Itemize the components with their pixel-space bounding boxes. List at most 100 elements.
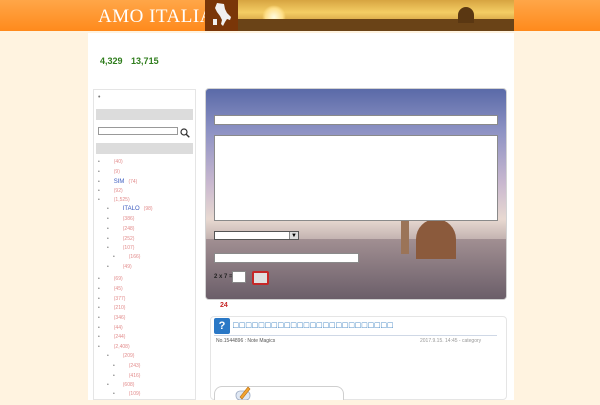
sidebar-category-item[interactable]: • (109) [113, 391, 140, 397]
category-name: ITALO [122, 206, 140, 212]
florence-banner-image [238, 0, 514, 31]
sidebar-category-item[interactable]: • (248) [107, 226, 134, 232]
category-bullet: • [98, 325, 100, 331]
category-bullet: • [107, 236, 109, 242]
category-count: (9) [113, 169, 120, 175]
category-count: (40) [113, 159, 123, 165]
category-bullet: • [98, 305, 100, 311]
category-count: (109) [128, 391, 141, 397]
sidebar-category-item[interactable]: • (45) [98, 286, 123, 292]
search-icon[interactable] [180, 125, 190, 138]
sidebar-category-item[interactable]: • (244) [98, 334, 125, 340]
post-title-link[interactable]: □□□□□□□□□□□□□□□□□□□□□□□□□ [233, 320, 394, 330]
access-counter: 4,329 13,715 [100, 56, 165, 66]
category-bullet: • [98, 276, 100, 282]
site-logo[interactable]: AMO ITALIA [98, 6, 214, 28]
category-bullet: • [113, 373, 115, 379]
category-count: (107) [122, 245, 135, 251]
category-bullet: • [113, 254, 115, 260]
sidebar-category-item[interactable]: • (386) [107, 216, 134, 222]
chevron-down-icon: ▼ [289, 232, 298, 239]
submit-button[interactable] [252, 271, 269, 285]
category-bullet: • [98, 334, 100, 340]
category-bullet: • [98, 188, 100, 194]
sidebar-category-item[interactable]: • (377) [98, 296, 125, 302]
category-bullet: • [98, 286, 100, 292]
category-count: (416) [128, 373, 141, 379]
category-count: (608) [122, 382, 135, 388]
category-count: (209) [122, 353, 135, 359]
category-bullet: • [98, 179, 100, 185]
post-meta-date: 2017.9.15. 14:45 - category [420, 338, 482, 344]
category-count: (346) [113, 315, 126, 321]
sidebar-category-item[interactable]: • SIM (74) [98, 179, 137, 185]
sidebar-category-item[interactable]: • (608) [107, 382, 134, 388]
category-count: (244) [113, 334, 126, 340]
category-bullet: • [98, 296, 100, 302]
category-count: (69) [113, 276, 123, 282]
category-bullet: • [107, 382, 109, 388]
counter-today: 4,329 [100, 56, 123, 66]
category-bullet: • [98, 344, 100, 350]
category-bullet: • [98, 197, 100, 203]
category-count: (92) [113, 188, 123, 194]
category-bullet: • [98, 169, 100, 175]
sidebar-category-item[interactable]: • (210) [98, 305, 125, 311]
sidebar-category-item[interactable]: • (209) [107, 353, 134, 359]
category-count: (1,525) [113, 197, 130, 203]
category-bullet: • [107, 216, 109, 222]
category-count: (252) [122, 236, 135, 242]
category-bullet: • [107, 206, 109, 212]
pencil-icon [234, 385, 252, 401]
sidebar-category-item[interactable]: • (92) [98, 188, 123, 194]
sidebar-category-item[interactable]: • (252) [107, 236, 134, 242]
category-bullet: • [98, 315, 100, 321]
captcha-question: 2 x 7 = [214, 274, 233, 280]
sidebar-category-item[interactable]: • (1,525) [98, 197, 130, 203]
category-count: (377) [113, 296, 126, 302]
name-input[interactable] [214, 115, 498, 125]
sidebar-category-item[interactable]: • (49) [107, 264, 132, 270]
sidebar-category-item[interactable]: • ITALO (98) [107, 206, 153, 212]
category-count: (248) [122, 226, 135, 232]
category-bullet: • [107, 226, 109, 232]
sidebar-category-heading [96, 143, 193, 154]
category-bullet: • [113, 363, 115, 369]
category-count: (98) [143, 206, 153, 212]
category-bullet: • [98, 159, 100, 165]
post-meta-author: No.1544896 : Note Magics [216, 338, 276, 344]
sidebar-search-heading [96, 109, 193, 120]
sidebar-category-item[interactable]: • (69) [98, 276, 123, 282]
comment-count: 24 [220, 302, 228, 309]
category-select[interactable]: ▼ [214, 231, 299, 240]
sidebar-category-item[interactable]: • (416) [113, 373, 140, 379]
sidebar-category-item[interactable]: • (166) [113, 254, 140, 260]
message-textarea[interactable] [214, 135, 498, 221]
sidebar-category-item[interactable]: • (9) [98, 169, 120, 175]
sidebar-category-item[interactable]: • (243) [113, 363, 140, 369]
counter-total: 13,715 [131, 56, 159, 66]
category-count: (166) [128, 254, 141, 260]
category-count: (2,408) [113, 344, 130, 350]
category-count: (210) [113, 305, 126, 311]
sidebar-category-item[interactable]: • (40) [98, 159, 123, 165]
email-input[interactable] [214, 253, 359, 263]
sidebar-category-item[interactable]: • (44) [98, 325, 123, 331]
category-bullet: • [107, 245, 109, 251]
post-title-divider [214, 335, 497, 336]
category-bullet: • [107, 264, 109, 270]
sidebar-bullet: • [98, 94, 101, 101]
sidebar-category-item[interactable]: • (2,408) [98, 344, 130, 350]
category-count: (49) [122, 264, 132, 270]
category-count: (45) [113, 286, 123, 292]
question-icon: ? [214, 318, 230, 334]
sidebar-category-item[interactable]: • (107) [107, 245, 134, 251]
italy-map-icon [205, 0, 238, 31]
sidebar-search-input[interactable] [98, 127, 178, 135]
category-count: (74) [128, 179, 138, 185]
captcha-answer-input[interactable] [232, 271, 246, 283]
sidebar-category-item[interactable]: • (346) [98, 315, 125, 321]
category-count: (44) [113, 325, 123, 331]
category-count: (386) [122, 216, 135, 222]
category-bullet: • [107, 353, 109, 359]
